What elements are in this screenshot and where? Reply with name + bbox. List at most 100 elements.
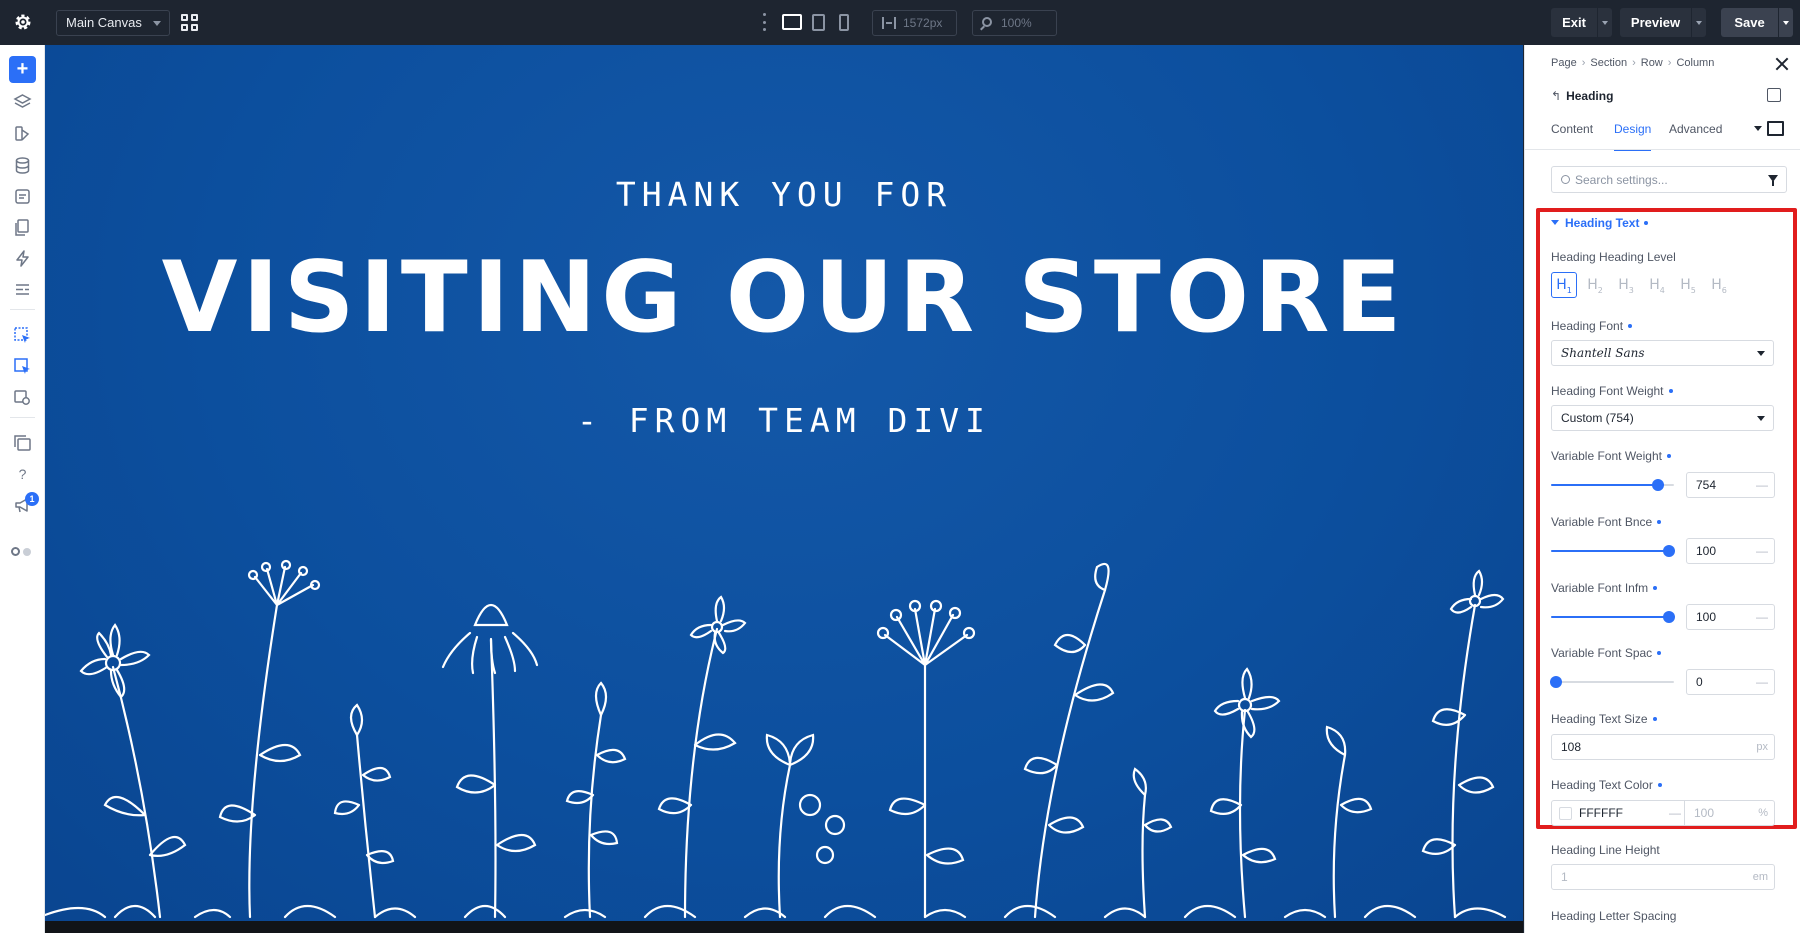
multi-select-icon[interactable] bbox=[13, 357, 32, 376]
layers-icon[interactable] bbox=[13, 93, 32, 112]
presets-icon[interactable] bbox=[13, 280, 32, 299]
left-sidebar: + ? 1 bbox=[0, 45, 45, 933]
exit-button[interactable]: Exit bbox=[1551, 8, 1612, 37]
exit-dropdown-icon[interactable] bbox=[1597, 8, 1612, 37]
chevron-down-icon[interactable] bbox=[1754, 126, 1762, 131]
lightning-icon[interactable] bbox=[13, 249, 32, 268]
page-settings-icon[interactable] bbox=[13, 187, 32, 206]
slider-handle[interactable] bbox=[1663, 545, 1676, 557]
save-dropdown-icon[interactable] bbox=[1778, 8, 1793, 37]
element-options-icon[interactable] bbox=[1767, 88, 1781, 102]
tab-content[interactable]: Content bbox=[1551, 121, 1593, 151]
heading-line-height-label: Heading Line Height bbox=[1551, 843, 1660, 857]
slider-handle[interactable] bbox=[1663, 611, 1676, 623]
heading-level-h5[interactable]: H5 bbox=[1675, 272, 1701, 298]
heading-line-height-input[interactable]: 1 em bbox=[1551, 864, 1775, 890]
settings-search-input[interactable] bbox=[1575, 171, 1755, 189]
canvas-footer-strip bbox=[45, 921, 1523, 933]
color-field-divider bbox=[1684, 801, 1685, 825]
help-icon[interactable]: ? bbox=[13, 465, 32, 484]
desktop-view-icon[interactable] bbox=[782, 14, 802, 30]
color-dash: — bbox=[1669, 806, 1681, 820]
builder-canvas[interactable]: THANK YOU FOR VISITING OUR STORE - FROM … bbox=[45, 45, 1523, 933]
add-module-button[interactable]: + bbox=[9, 56, 36, 83]
zoom-value: 100% bbox=[1001, 16, 1032, 30]
variable-font-bnce-label: Variable Font Bnce bbox=[1551, 515, 1662, 529]
wireframe-toggle[interactable] bbox=[11, 547, 33, 557]
cursor-select-icon[interactable] bbox=[13, 326, 32, 345]
grid-view-icon[interactable] bbox=[181, 14, 198, 31]
variable-font-spac-slider[interactable] bbox=[1549, 675, 1674, 689]
zoom-field[interactable]: 100% bbox=[972, 10, 1057, 36]
variable-font-weight-input[interactable]: 754 — bbox=[1686, 472, 1775, 498]
gear-icon[interactable] bbox=[13, 12, 33, 32]
heading-text-size-input[interactable]: 108 px bbox=[1551, 734, 1775, 760]
variable-font-infm-slider[interactable] bbox=[1551, 610, 1676, 624]
modified-dot-icon bbox=[1653, 586, 1658, 590]
heading-text-color-opacity[interactable]: 100 bbox=[1694, 801, 1714, 825]
variable-font-weight-slider[interactable] bbox=[1551, 478, 1674, 492]
unit-dash: — bbox=[1756, 544, 1768, 558]
heading-level-h3[interactable]: H3 bbox=[1613, 272, 1639, 298]
color-swatch[interactable] bbox=[1559, 807, 1572, 820]
heading-text-size-value: 108 bbox=[1561, 740, 1582, 754]
heading-font-weight-select[interactable]: Custom (754) bbox=[1551, 405, 1774, 431]
breadcrumb-column[interactable]: Column bbox=[1676, 57, 1714, 69]
heading-text-color-label-text: Heading Text Color bbox=[1551, 778, 1653, 792]
heading-module[interactable]: VISITING OUR STORE bbox=[45, 241, 1523, 355]
modified-dot-icon bbox=[1668, 389, 1673, 393]
pages-icon[interactable] bbox=[13, 218, 32, 237]
settings-search bbox=[1551, 166, 1787, 193]
variable-font-infm-input[interactable]: 100 — bbox=[1686, 604, 1775, 630]
subheading-text[interactable]: - FROM TEAM DIVI bbox=[45, 401, 1523, 440]
close-icon[interactable] bbox=[1775, 57, 1789, 71]
back-arrow-icon[interactable]: ↰ bbox=[1551, 89, 1561, 103]
preview-button[interactable]: Preview bbox=[1620, 8, 1706, 37]
modified-dot-icon bbox=[1657, 651, 1662, 655]
breadcrumb-separator-icon: › bbox=[1667, 57, 1672, 69]
heading-font-select[interactable]: Shantell Sans bbox=[1551, 340, 1774, 366]
heading-level-h4[interactable]: H4 bbox=[1644, 272, 1670, 298]
tablet-view-icon[interactable] bbox=[812, 14, 825, 31]
breadcrumb-row[interactable]: Row bbox=[1641, 57, 1663, 69]
responsive-view-icon[interactable] bbox=[1767, 121, 1784, 136]
kicker-text[interactable]: THANK YOU FOR bbox=[45, 175, 1523, 214]
tab-design[interactable]: Design bbox=[1614, 121, 1652, 151]
canvas-width-field[interactable]: 1572px bbox=[872, 10, 957, 36]
database-icon[interactable] bbox=[13, 156, 32, 175]
chevron-down-icon bbox=[153, 21, 161, 26]
heading-text-color-hex[interactable]: FFFFFF bbox=[1579, 801, 1623, 825]
heading-level-h1[interactable]: H1 bbox=[1551, 272, 1577, 298]
tab-advanced[interactable]: Advanced bbox=[1669, 121, 1722, 151]
variable-font-bnce-slider[interactable] bbox=[1551, 544, 1676, 558]
more-options-icon[interactable] bbox=[763, 13, 767, 31]
variable-font-spac-label: Variable Font Spac bbox=[1551, 646, 1662, 660]
chevron-down-icon bbox=[1757, 416, 1765, 421]
heading-level-h2[interactable]: H2 bbox=[1582, 272, 1608, 298]
heading-font-label-text: Heading Font bbox=[1551, 319, 1624, 333]
windows-icon[interactable] bbox=[13, 434, 32, 453]
design-library-icon[interactable] bbox=[13, 124, 32, 143]
variable-font-infm-value: 100 bbox=[1696, 610, 1717, 624]
canvas-select[interactable]: Main Canvas bbox=[56, 10, 170, 36]
unit-dash: — bbox=[1756, 478, 1768, 492]
preview-label: Preview bbox=[1630, 15, 1681, 30]
slider-handle[interactable] bbox=[1652, 479, 1664, 491]
filter-icon[interactable] bbox=[1768, 175, 1778, 186]
chevron-down-icon bbox=[1757, 351, 1765, 356]
breadcrumb-separator-icon: › bbox=[1632, 57, 1636, 69]
element-title-text: Heading bbox=[1566, 89, 1614, 103]
variable-font-bnce-input[interactable]: 100 — bbox=[1686, 538, 1775, 564]
heading-level-h6[interactable]: H6 bbox=[1706, 272, 1732, 298]
preview-dropdown-icon[interactable] bbox=[1691, 8, 1706, 37]
phone-view-icon[interactable] bbox=[839, 14, 849, 31]
find-replace-icon[interactable] bbox=[13, 388, 32, 407]
save-button[interactable]: Save bbox=[1721, 8, 1793, 37]
variable-font-bnce-value: 100 bbox=[1696, 544, 1717, 558]
slider-handle[interactable] bbox=[1549, 676, 1562, 688]
breadcrumb-section[interactable]: Section bbox=[1590, 57, 1627, 69]
breadcrumb-page[interactable]: Page bbox=[1551, 57, 1577, 69]
heading-text-group-toggle[interactable]: Heading Text bbox=[1551, 216, 1649, 230]
variable-font-spac-input[interactable]: 0 — bbox=[1686, 669, 1775, 695]
heading-font-value: Shantell Sans bbox=[1561, 346, 1645, 360]
